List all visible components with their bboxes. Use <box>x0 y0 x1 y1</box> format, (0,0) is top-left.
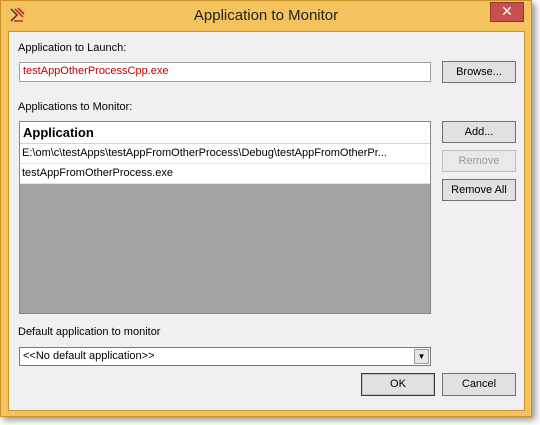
list-item[interactable]: E:\om\c\testApps\testAppFromOtherProcess… <box>20 144 430 164</box>
default-app-label: Default application to monitor <box>18 326 161 338</box>
remove-all-button[interactable]: Remove All <box>442 179 516 201</box>
remove-button[interactable]: Remove <box>442 150 516 172</box>
default-app-value: <<No default application>> <box>23 350 155 362</box>
list-item[interactable]: testAppFromOtherProcess.exe <box>20 164 430 184</box>
close-button[interactable]: ✕ <box>490 2 524 22</box>
launch-label: Application to Launch: <box>18 42 127 54</box>
browse-button[interactable]: Browse... <box>442 61 516 83</box>
ok-button[interactable]: OK <box>361 373 435 396</box>
column-header-application[interactable]: Application <box>20 122 430 144</box>
default-app-select[interactable]: <<No default application>> ▼ <box>19 347 431 366</box>
add-button[interactable]: Add... <box>442 121 516 143</box>
close-icon: ✕ <box>501 3 513 19</box>
applications-list[interactable]: Application E:\om\c\testApps\testAppFrom… <box>19 121 431 314</box>
monitor-label: Applications to Monitor: <box>18 101 133 113</box>
chevron-down-icon[interactable]: ▼ <box>414 349 429 364</box>
window-title: Application to Monitor <box>193 7 339 24</box>
title-bar[interactable]: Application to Monitor ✕ <box>1 1 531 31</box>
dialog-body: Application to Launch: testAppOtherProce… <box>8 31 525 411</box>
launch-input[interactable]: testAppOtherProcessCpp.exe <box>19 62 431 82</box>
dialog-window: Application to Monitor ✕ Application to … <box>0 0 532 417</box>
cancel-button[interactable]: Cancel <box>442 373 516 396</box>
